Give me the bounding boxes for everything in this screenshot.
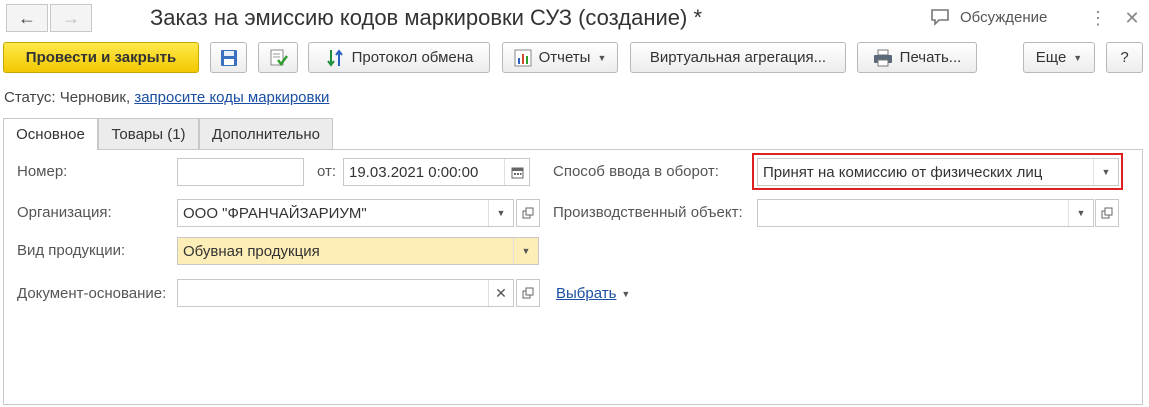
number-input[interactable] [177,158,304,186]
more-actions-button[interactable]: Еще ▼ [1023,42,1095,73]
organization-open-button[interactable] [516,199,540,227]
organization-select[interactable]: ООО "ФРАНЧАЙЗАРИУМ" ▼ [177,199,514,227]
chat-icon [931,9,949,26]
chevron-down-icon: ▼ [621,288,631,299]
arrow-right-icon: → [62,7,80,28]
production-object-open-button[interactable] [1095,199,1119,227]
arrow-left-icon: ← [18,7,36,28]
printer-icon [873,49,892,66]
print-label: Печать... [899,49,962,66]
product-type-value: Обувная продукция [183,242,320,260]
tab-goods[interactable]: Товары (1) [98,118,199,149]
virtual-aggregation-button[interactable]: Виртуальная агрегация... [630,42,846,73]
entry-method-dropdown[interactable]: ▼ [1093,159,1118,185]
more-menu-button[interactable]: ⋮ [1088,6,1108,30]
organization-dropdown[interactable]: ▼ [488,200,513,226]
clear-icon: ✕ [495,284,507,301]
status-line: Статус: Черновик, запросите коды маркиро… [4,89,329,106]
entry-method-value: Принят на комиссию от физических лиц [763,163,1043,181]
tab-main[interactable]: Основное [3,118,98,150]
open-window-icon [522,287,534,299]
post-document-icon [270,49,288,66]
back-button[interactable]: ← [6,4,48,32]
calendar-icon [511,167,523,178]
exchange-arrows-icon [326,48,343,67]
organization-value: ООО "ФРАНЧАЙЗАРИУМ" [183,204,367,222]
number-label: Номер: [17,163,68,180]
organization-label: Организация: [17,204,112,221]
production-object-select[interactable]: ▼ [757,199,1094,227]
exchange-log-button[interactable]: Протокол обмена [308,42,490,73]
kebab-icon: ⋮ [1089,7,1107,28]
product-type-label: Вид продукции: [17,242,126,259]
base-document-open-button[interactable] [516,279,540,307]
report-chart-icon [514,49,532,66]
discussion-button[interactable]: Обсуждение [930,8,1047,26]
open-window-icon [1101,207,1113,219]
chevron-down-icon: ▼ [1073,52,1083,63]
date-label: от: [317,163,337,180]
entry-method-select[interactable]: Принят на комиссию от физических лиц ▼ [757,158,1119,186]
active-tab-joiner [4,148,97,151]
help-button[interactable]: ? [1106,42,1143,73]
choose-link[interactable]: Выбрать [556,285,616,302]
page-title: Заказ на эмиссию кодов маркировки СУЗ (с… [150,5,703,30]
forward-button[interactable]: → [50,4,92,32]
open-window-icon [522,207,534,219]
floppy-icon [220,49,237,66]
entry-method-label: Способ ввода в оборот: [553,163,719,180]
more-actions-label: Еще [1035,49,1067,66]
discussion-label: Обсуждение [960,8,1048,26]
status-label: Статус: [4,89,56,106]
post-button[interactable] [258,42,298,73]
reports-button[interactable]: Отчеты ▼ [502,42,618,73]
close-icon: ✕ [1124,7,1140,28]
production-object-label: Производственный объект: [553,204,743,221]
choose-link-wrapper[interactable]: Выбрать ▼ [556,285,630,302]
exchange-log-label: Протокол обмена [351,49,474,66]
save-button[interactable] [210,42,247,73]
date-value: 19.03.2021 0:00:00 [349,163,479,181]
product-type-dropdown[interactable]: ▼ [513,238,538,264]
status-value: Черновик, [59,89,131,106]
tab-additional[interactable]: Дополнительно [199,118,333,149]
base-document-input[interactable]: ✕ [177,279,514,307]
chevron-down-icon: ▼ [597,52,607,63]
reports-label: Отчеты [538,49,591,66]
production-object-dropdown[interactable]: ▼ [1068,200,1093,226]
date-input[interactable]: 19.03.2021 0:00:00 [343,158,530,186]
base-document-label: Документ-основание: [17,285,167,302]
close-button[interactable]: ✕ [1122,6,1142,30]
clear-button[interactable]: ✕ [488,280,513,306]
product-type-select[interactable]: Обувная продукция ▼ [177,237,539,265]
calendar-button[interactable] [504,159,529,185]
post-and-close-button[interactable]: Провести и закрыть [3,42,199,73]
print-button[interactable]: Печать... [857,42,977,73]
request-codes-link[interactable]: запросите коды маркировки [134,89,329,106]
